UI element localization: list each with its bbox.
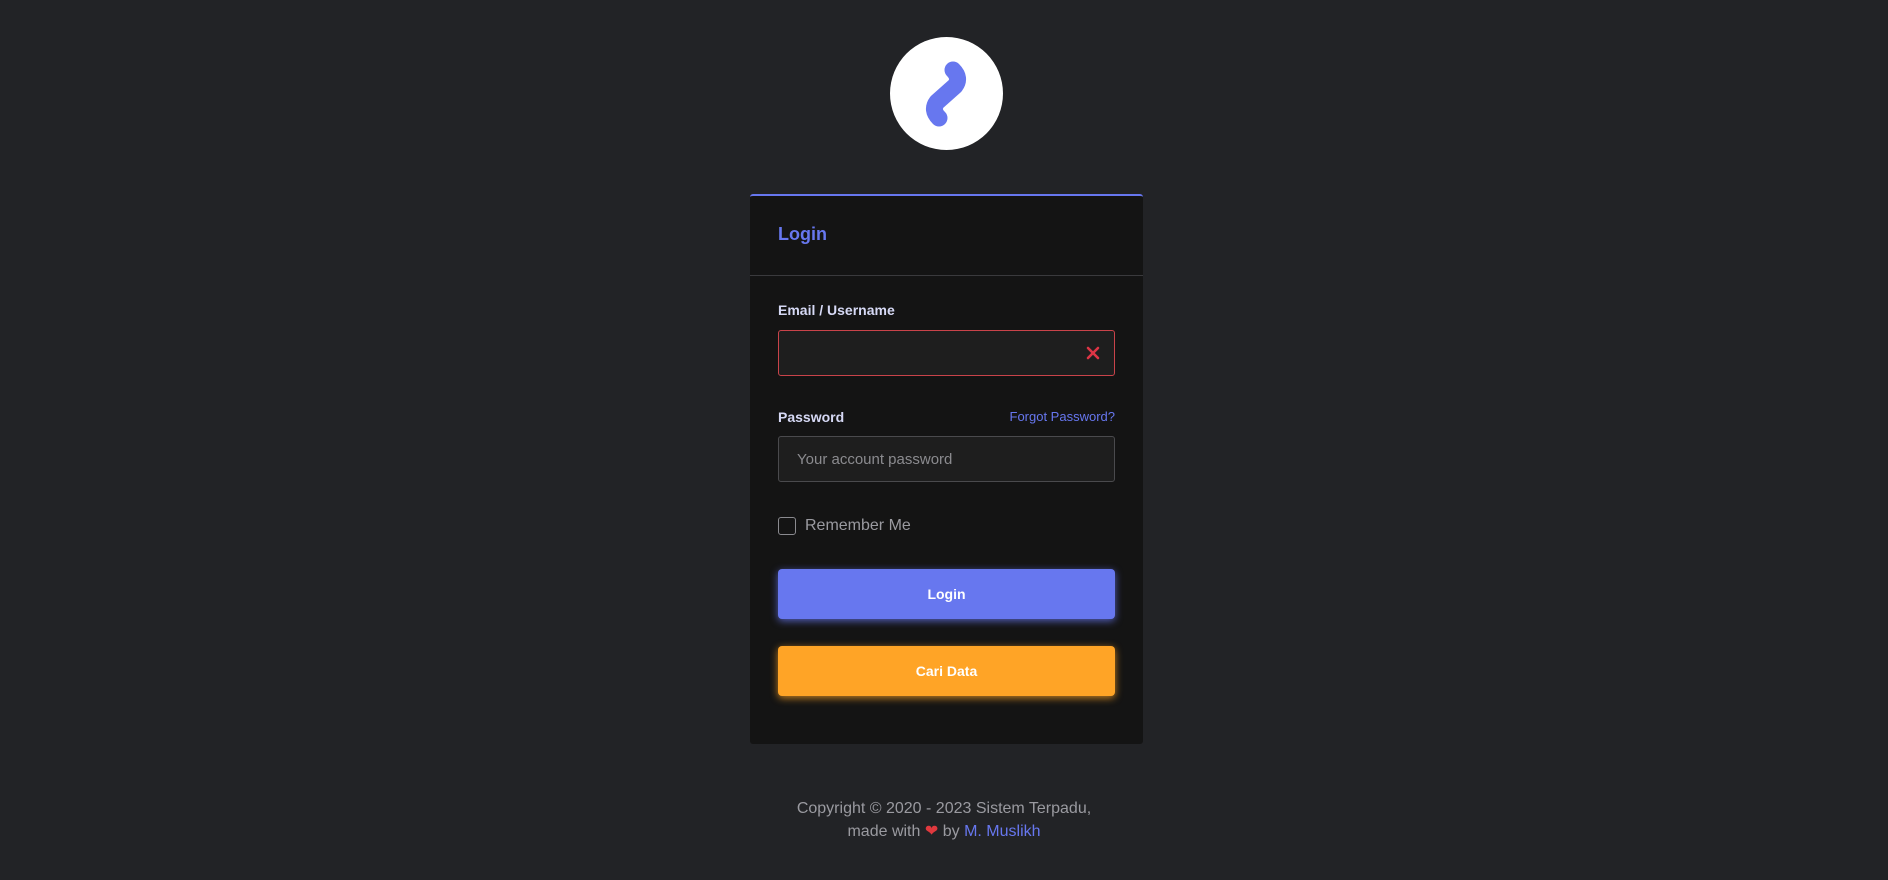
- clear-icon[interactable]: [1086, 346, 1100, 360]
- card-header: Login: [750, 196, 1143, 276]
- app-logo: [890, 37, 1003, 150]
- search-data-button[interactable]: Cari Data: [778, 646, 1115, 696]
- password-label: Password: [778, 409, 845, 425]
- email-input[interactable]: [778, 330, 1115, 376]
- login-button[interactable]: Login: [778, 569, 1115, 619]
- remember-me-checkbox[interactable]: [778, 517, 796, 535]
- s-logo-icon: [925, 61, 966, 126]
- made-with-text: made with: [847, 823, 921, 840]
- author-link[interactable]: M. Muslikh: [964, 823, 1040, 840]
- footer: Copyright © 2020 - 2023 Sistem Terpadu, …: [0, 797, 1888, 843]
- heart-icon: ❤: [924, 823, 939, 840]
- credit-line: made with ❤ by M. Muslikh: [0, 820, 1888, 843]
- copyright-text: Copyright © 2020 - 2023 Sistem Terpadu,: [796, 800, 1092, 817]
- forgot-password-link[interactable]: Forgot Password?: [1010, 409, 1116, 424]
- card-title: Login: [778, 224, 827, 244]
- password-input[interactable]: [778, 436, 1115, 482]
- by-text: by: [942, 823, 960, 840]
- email-label: Email / Username: [778, 302, 895, 318]
- login-page: Login Email / Username Password Forgot P…: [0, 0, 1888, 880]
- remember-me-label: Remember Me: [805, 517, 911, 534]
- remember-me-row[interactable]: Remember Me: [778, 517, 911, 535]
- login-form: Email / Username Password Forgot Passwor…: [750, 276, 1143, 744]
- login-card: Login Email / Username Password Forgot P…: [750, 194, 1143, 744]
